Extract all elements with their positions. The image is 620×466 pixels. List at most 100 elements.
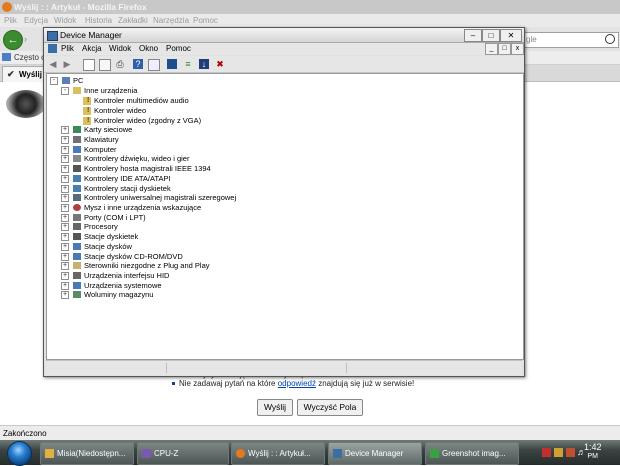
expand-icon[interactable]: + — [61, 243, 69, 251]
status-divider — [166, 363, 167, 373]
dm-menu-akcja[interactable]: Akcja — [82, 44, 102, 53]
expand-icon[interactable]: + — [61, 204, 69, 212]
expand-icon[interactable]: + — [61, 291, 69, 299]
greenshot-icon — [430, 449, 439, 458]
expand-icon[interactable]: + — [61, 155, 69, 163]
bookmark-icon — [2, 53, 11, 61]
expand-icon[interactable]: + — [61, 185, 69, 193]
cpuz-icon — [142, 449, 151, 458]
bookmark-item[interactable]: Często o — [14, 53, 46, 62]
ff-menu-widok[interactable]: Widok — [54, 16, 76, 25]
start-button[interactable] — [3, 440, 36, 466]
dm-menu-plik[interactable]: Plik — [61, 44, 74, 53]
hid-icon — [73, 272, 81, 279]
device-manager-window: Device Manager – □ ✕ Plik Akcja Widok Ok… — [43, 27, 525, 377]
search-input[interactable]: gle — [515, 32, 619, 48]
print-icon[interactable]: ⎙ — [115, 59, 125, 69]
taskbar-item-device-manager[interactable]: Device Manager — [328, 442, 422, 465]
mdi-restore-button[interactable]: □ — [498, 43, 511, 55]
expand-icon[interactable]: + — [61, 136, 69, 144]
mdi-minimize-button[interactable]: _ — [485, 43, 498, 55]
usb-icon — [73, 194, 81, 201]
forward-arrow-icon[interactable]: ▶ — [62, 59, 72, 69]
taskbar-item-firefox[interactable]: Wyślij : : Artykuł... — [231, 442, 325, 465]
close-button[interactable]: ✕ — [500, 29, 522, 42]
send-button[interactable]: Wyślij — [257, 399, 293, 416]
tray-alert-icon[interactable] — [566, 448, 575, 457]
firefox-icon — [236, 449, 245, 458]
system-device-icon — [73, 282, 81, 289]
ff-menu-historia[interactable]: Historia — [85, 16, 112, 25]
list-text: Nie zadawaj pytań na które — [179, 379, 276, 388]
expand-icon[interactable]: + — [61, 282, 69, 290]
update-driver-icon[interactable]: ≡ — [183, 59, 193, 69]
ff-menu-pomoc[interactable]: Pomoc — [193, 16, 218, 25]
expand-icon[interactable]: + — [61, 262, 69, 270]
view-icon[interactable] — [148, 59, 160, 71]
firefox-menu-bar: Plik Edycja Widok Historia Zakładki Narz… — [0, 14, 620, 27]
warning-icon — [83, 116, 91, 126]
expand-icon[interactable]: + — [61, 214, 69, 222]
console-tree-icon[interactable] — [83, 59, 95, 71]
expand-icon[interactable]: + — [61, 233, 69, 241]
expand-icon[interactable]: + — [61, 253, 69, 261]
ff-menu-edycja[interactable]: Edycja — [24, 16, 48, 25]
minimize-button[interactable]: – — [464, 29, 482, 42]
dm-menu-pomoc[interactable]: Pomoc — [166, 44, 191, 53]
ff-menu-plik[interactable]: Plik — [4, 16, 17, 25]
help-icon[interactable]: ? — [133, 59, 143, 69]
device-tree[interactable]: - PC - Inne urządzenia Kontroler multime… — [46, 73, 524, 360]
clock[interactable]: 1:42 PM — [584, 443, 602, 461]
taskbar-item-greenshot[interactable]: Greenshot imag... — [425, 442, 519, 465]
tab-label: Wyślij — [19, 70, 42, 79]
expand-icon[interactable]: + — [61, 194, 69, 202]
firefox-logo-icon — [2, 2, 12, 12]
properties-icon[interactable] — [99, 59, 111, 71]
scan-hardware-icon[interactable] — [167, 59, 177, 69]
bullet-icon — [172, 382, 175, 385]
ff-menu-narzedzia[interactable]: Narzędzia — [153, 16, 189, 25]
dm-title-bar[interactable]: Device Manager – □ ✕ — [44, 28, 524, 43]
expand-icon[interactable]: + — [61, 223, 69, 231]
expand-icon[interactable]: + — [61, 126, 69, 134]
tab-wyslij[interactable]: ✔ Wyślij — [2, 66, 44, 82]
firefox-window-title: Wyślij : : Artykuł - Mozilla Firefox — [14, 2, 147, 12]
expand-icon[interactable]: + — [61, 272, 69, 280]
back-button[interactable]: ← — [3, 30, 23, 50]
expand-icon[interactable]: + — [61, 146, 69, 154]
device-manager-icon — [47, 31, 58, 41]
search-icon[interactable] — [605, 34, 615, 44]
answer-link[interactable]: odpowiedź — [278, 379, 316, 388]
forward-button[interactable]: › — [24, 33, 36, 45]
unknown-device-icon — [73, 87, 81, 94]
expand-icon[interactable]: + — [61, 165, 69, 173]
storage-volume-icon — [73, 291, 81, 298]
computer-icon — [62, 77, 70, 84]
dm-menu-okno[interactable]: Okno — [139, 44, 158, 53]
maximize-button[interactable]: □ — [482, 29, 500, 42]
tab-icon: ✔ — [7, 69, 15, 79]
clear-fields-button[interactable]: Wyczyść Pola — [297, 399, 363, 416]
taskbar-item-mail[interactable]: Misia(Niedostępn... — [40, 442, 134, 465]
disable-device-icon[interactable]: ↓ — [199, 59, 209, 69]
search-input-text: gle — [526, 35, 537, 44]
mmc-icon — [48, 44, 57, 53]
dm-menu-widok[interactable]: Widok — [109, 44, 131, 53]
tree-root-label: PC — [73, 76, 84, 85]
expand-icon[interactable]: + — [61, 175, 69, 183]
ff-menu-zakladki[interactable]: Zakładki — [118, 16, 148, 25]
tray-app-icon[interactable] — [542, 448, 551, 457]
taskbar-item-cpuz[interactable]: CPU-Z — [137, 442, 229, 465]
sound-icon — [73, 155, 81, 162]
uninstall-device-icon[interactable]: ✖ — [215, 59, 225, 69]
dm-menu-bar: Plik Akcja Widok Okno Pomoc — [44, 43, 524, 55]
mdi-close-button[interactable]: x — [511, 43, 524, 55]
tray-network-icon[interactable] — [554, 448, 563, 457]
collapse-icon[interactable]: - — [50, 77, 58, 85]
ieee1394-icon — [73, 165, 81, 172]
back-arrow-icon[interactable]: ◀ — [48, 59, 58, 69]
collapse-icon[interactable]: - — [61, 87, 69, 95]
processor-icon — [73, 223, 81, 230]
network-card-icon — [73, 126, 81, 133]
cd-rom-icon — [73, 253, 81, 260]
